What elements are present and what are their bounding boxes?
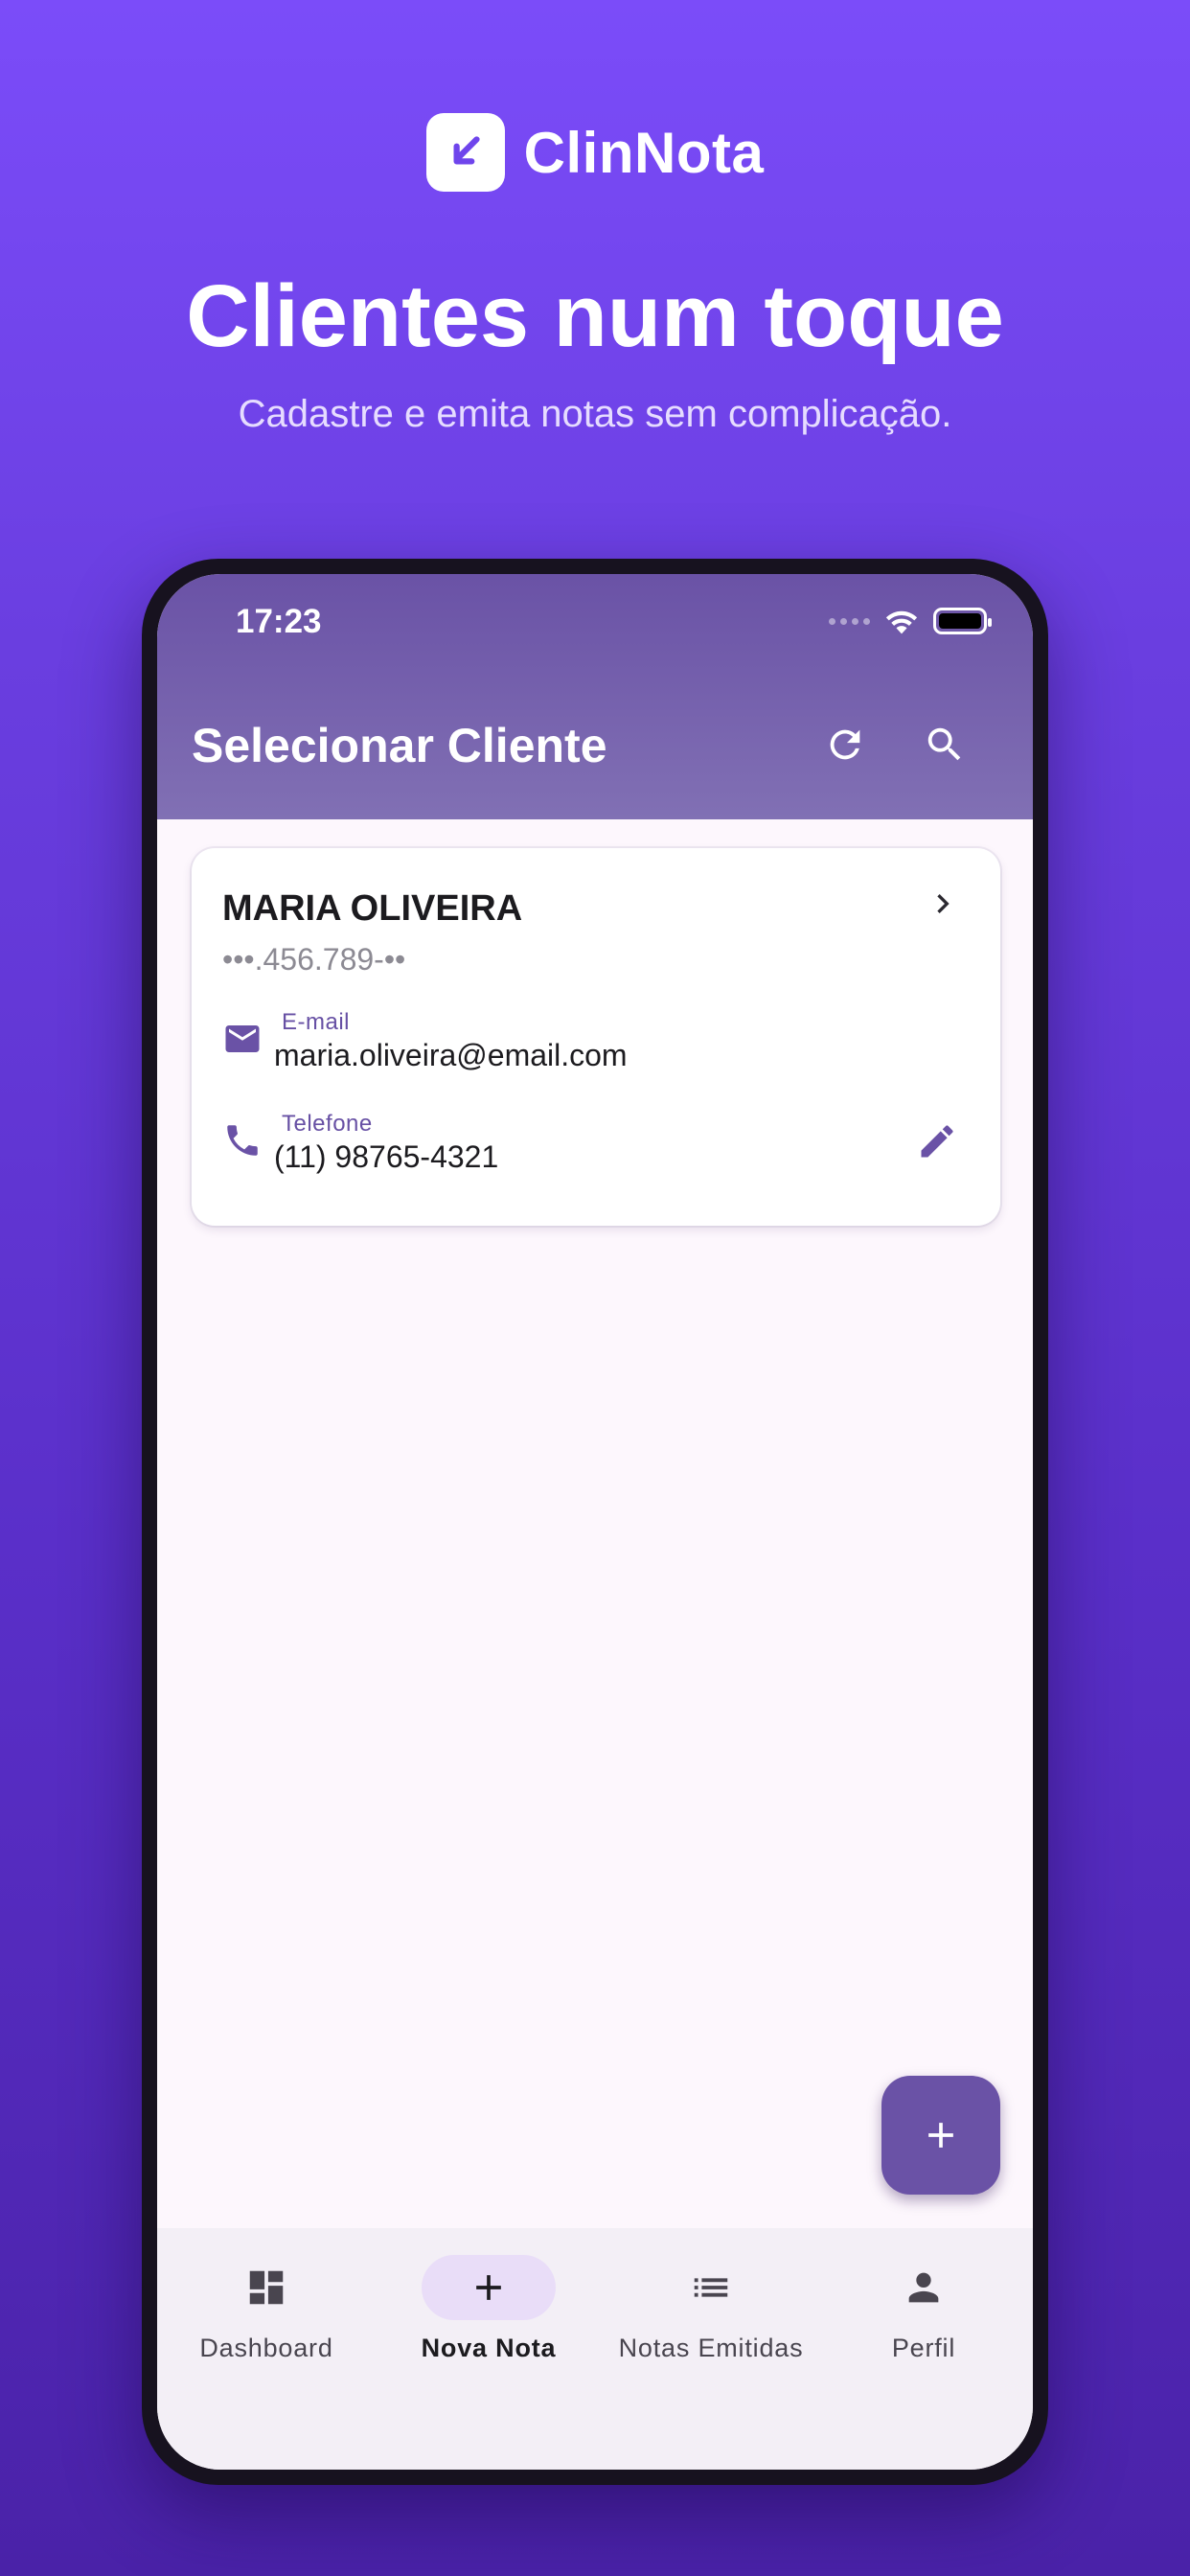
- plus-icon: [928, 2123, 953, 2148]
- email-icon: [222, 1019, 263, 1064]
- add-client-button[interactable]: [881, 2076, 1000, 2195]
- app-logo-icon: [425, 113, 505, 192]
- app-bar: 17:23 Selecionar Cliente: [157, 574, 1033, 819]
- refresh-button[interactable]: [814, 714, 876, 775]
- brand-header: ClinNota: [0, 113, 1190, 192]
- status-icons: [829, 607, 992, 635]
- nav-item-nova-nota[interactable]: Nova Nota: [379, 2255, 598, 2363]
- status-time: 17:23: [236, 603, 322, 640]
- phone-screen: 17:23 Selecionar Cliente MARIA OLIVEIRA …: [157, 574, 1033, 2470]
- bottom-navigation: Dashboard Nova Nota Notas Emitidas Perfi…: [157, 2228, 1033, 2470]
- nav-label-notas-emitidas: Notas Emitidas: [618, 2334, 804, 2362]
- brand-name: ClinNota: [523, 120, 765, 185]
- wifi-icon: [885, 610, 918, 634]
- phone-icon: [222, 1120, 263, 1165]
- email-label: E-mail: [282, 1009, 351, 1035]
- client-card[interactable]: MARIA OLIVEIRA •••.456.789-•• E-mail mar…: [192, 848, 1000, 1226]
- nav-label-nova-nota: Nova Nota: [421, 2334, 557, 2362]
- person-icon: [857, 2255, 991, 2320]
- signal-icon: [829, 617, 870, 625]
- battery-icon: [933, 608, 992, 634]
- refresh-icon: [830, 729, 860, 760]
- page-title: Selecionar Cliente: [192, 719, 607, 772]
- pencil-icon: [921, 1125, 953, 1158]
- nav-label-dashboard: Dashboard: [199, 2334, 333, 2362]
- client-phone: (11) 98765-4321: [274, 1139, 499, 1174]
- dashboard-icon: [199, 2255, 333, 2320]
- edit-client-button[interactable]: [908, 1113, 966, 1170]
- nav-item-notas-emitidas[interactable]: Notas Emitidas: [602, 2255, 820, 2363]
- chevron-right-icon: [924, 885, 962, 928]
- phone-frame: 17:23 Selecionar Cliente MARIA OLIVEIRA …: [142, 559, 1048, 2485]
- client-name: MARIA OLIVEIRA: [222, 888, 523, 929]
- search-icon: [927, 727, 961, 761]
- hero-headline: Clientes num toque: [186, 267, 1004, 365]
- hero-subheadline: Cadastre e emita notas sem complicação.: [238, 393, 952, 435]
- plus-icon: [422, 2255, 556, 2320]
- search-button[interactable]: [914, 714, 975, 775]
- list-icon: [644, 2255, 778, 2320]
- nav-item-dashboard[interactable]: Dashboard: [157, 2255, 376, 2363]
- nav-item-perfil[interactable]: Perfil: [814, 2255, 1033, 2363]
- nav-label-perfil: Perfil: [891, 2334, 956, 2362]
- client-document: •••.456.789-••: [222, 942, 406, 977]
- phone-label: Telefone: [282, 1111, 373, 1137]
- client-email: maria.oliveira@email.com: [274, 1038, 628, 1072]
